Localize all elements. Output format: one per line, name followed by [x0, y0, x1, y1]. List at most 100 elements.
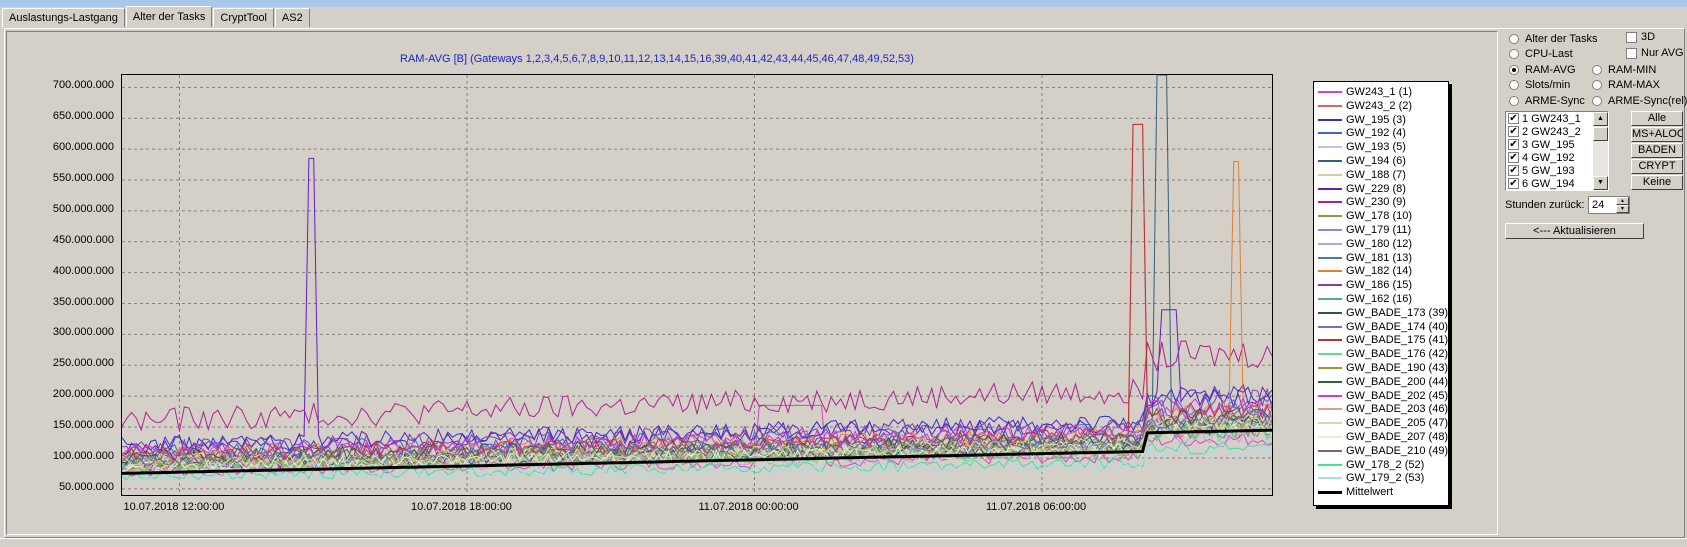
- radio-label: RAM-AVG: [1525, 64, 1576, 76]
- select-all-button[interactable]: Alle: [1631, 111, 1683, 126]
- refresh-button[interactable]: <--- Aktualisieren: [1505, 223, 1644, 239]
- legend-label: GW_186 (15): [1346, 279, 1413, 292]
- legend-swatch: [1318, 367, 1342, 369]
- ram-avg-line-chart: [121, 74, 1273, 496]
- y-tick-label: 700.000.000: [52, 79, 114, 92]
- radio-dot[interactable]: [1592, 96, 1602, 106]
- gateway-checkbox[interactable]: ✔: [1508, 152, 1519, 163]
- radio-dot[interactable]: [1509, 34, 1519, 44]
- spin-up-icon[interactable]: ▲: [1616, 197, 1629, 205]
- series-line-gw-182-14-: [122, 161, 1272, 462]
- y-tick-label: 550.000.000: [52, 172, 114, 184]
- legend-label: GW_BADE_210 (49): [1346, 444, 1449, 457]
- legend-swatch: [1318, 436, 1342, 438]
- gateway-listbox[interactable]: ✔ 1 GW243_1 ✔ 2 GW243_2 ✔ 3 GW_195 ✔ 4 GW_192 ✔ 5…: [1505, 111, 1609, 191]
- legend-swatch: [1318, 284, 1342, 287]
- tab-auslastungs-lastgang[interactable]: Auslastungs-Lastgang: [2, 8, 125, 27]
- tab-as2[interactable]: AS2: [274, 8, 310, 27]
- legend-swatch: [1318, 118, 1342, 121]
- radio-dot[interactable]: [1509, 49, 1519, 59]
- tab-alter-der-tasks[interactable]: Alter der Tasks: [125, 6, 213, 27]
- y-tick-label: 100.000.000: [52, 449, 114, 462]
- legend-item: GW_162 (16): [1318, 292, 1412, 306]
- select-ms-aloc-button[interactable]: MS+ALOC: [1631, 127, 1683, 142]
- spin-down-icon[interactable]: ▼: [1616, 205, 1629, 213]
- gateway-checkbox[interactable]: ✔: [1508, 113, 1519, 124]
- legend-item: GW_BADE_174 (40): [1318, 320, 1448, 334]
- legend-label: GW_180 (12): [1346, 237, 1413, 250]
- select-none-button[interactable]: Keine: [1631, 175, 1683, 190]
- radio-ram-max[interactable]: RAM-MAX: [1592, 79, 1660, 91]
- legend-item: GW_179 (11): [1318, 223, 1411, 237]
- legend-label: GW243_1 (1): [1346, 86, 1413, 98]
- legend-item: GW_BADE_190 (43): [1318, 361, 1448, 375]
- legend-label: GW_BADE_176 (42): [1346, 348, 1449, 361]
- series-line-gw243-2-2-: [122, 123, 1272, 474]
- legend-item: GW_178_2 (52): [1318, 458, 1424, 472]
- gateway-checkbox[interactable]: ✔: [1508, 178, 1519, 189]
- legend-item: GW_BADE_173 (39): [1318, 306, 1448, 320]
- legend-swatch: [1318, 339, 1342, 342]
- legend-item: GW_180 (12): [1318, 237, 1412, 251]
- gateway-label: 1 GW243_1: [1522, 112, 1581, 125]
- legend-swatch: [1318, 146, 1342, 149]
- scroll-down-icon[interactable]: ▼: [1593, 176, 1608, 190]
- legend-label: GW_192 (4): [1346, 127, 1406, 140]
- y-tick-label: 50.000.000: [58, 480, 114, 493]
- radio-dot[interactable]: [1509, 65, 1519, 75]
- radio-dot[interactable]: [1592, 65, 1602, 75]
- legend-item: GW_BADE_202 (45): [1318, 389, 1448, 403]
- radio-cpu-last[interactable]: CPU-Last: [1509, 48, 1573, 60]
- select-crypt-button[interactable]: CRYPT: [1631, 159, 1683, 174]
- radio-ram-avg[interactable]: RAM-AVG: [1509, 64, 1576, 76]
- legend-swatch: [1318, 298, 1342, 300]
- legend-swatch: [1318, 187, 1342, 190]
- radio-label: RAM-MAX: [1608, 79, 1660, 91]
- legend-item: GW_230 (9): [1318, 195, 1406, 209]
- radio-ram-min[interactable]: RAM-MIN: [1592, 64, 1656, 76]
- legend-swatch: [1318, 104, 1342, 107]
- radio-dot[interactable]: [1592, 80, 1602, 90]
- legend-label: GW_179_2 (53): [1346, 472, 1425, 485]
- y-tick-label: 250.000.000: [52, 357, 114, 370]
- gateway-label: 5 GW_193: [1522, 164, 1575, 177]
- radio-label: RAM-MIN: [1608, 64, 1657, 76]
- gateway-checkbox[interactable]: ✔: [1508, 126, 1519, 137]
- legend-swatch: [1318, 490, 1342, 494]
- radio-slots-min[interactable]: Slots/min: [1509, 79, 1570, 91]
- checkbox-box[interactable]: [1626, 31, 1637, 43]
- radio-arme-sync[interactable]: ARME-Sync: [1509, 95, 1585, 107]
- scroll-up-icon[interactable]: ▲: [1593, 112, 1608, 126]
- checkbox-box[interactable]: [1626, 47, 1637, 59]
- x-tick-label: 11.07.2018 00:00:00: [698, 501, 799, 513]
- radio-arme-sync-rel-[interactable]: ARME-Sync(rel): [1592, 95, 1687, 107]
- select-baden-button[interactable]: BADEN: [1631, 143, 1683, 158]
- legend-label: GW_179 (11): [1346, 224, 1412, 236]
- legend-label: GW_BADE_174 (40): [1346, 320, 1449, 333]
- scroll-thumb[interactable]: [1593, 127, 1608, 141]
- legend-label: GW_BADE_203 (46): [1346, 403, 1449, 416]
- legend-swatch: [1318, 394, 1342, 397]
- radio-alter-der-tasks[interactable]: Alter der Tasks: [1509, 33, 1598, 45]
- tab-strip: Auslastungs-Lastgang Alter der Tasks Crypt…: [2, 6, 311, 28]
- tab-crypttool[interactable]: CryptTool: [213, 8, 274, 27]
- radio-dot[interactable]: [1509, 96, 1519, 106]
- legend-label: GW_BADE_200 (44): [1346, 375, 1449, 388]
- y-tick-label: 450.000.000: [52, 233, 114, 246]
- gateway-checkbox[interactable]: ✔: [1508, 165, 1519, 176]
- radio-dot[interactable]: [1509, 80, 1519, 90]
- gateway-list-scrollbar[interactable]: ▲ ▼: [1593, 112, 1608, 190]
- gateway-checkbox[interactable]: ✔: [1508, 139, 1519, 150]
- legend-label: GW_BADE_205 (47): [1346, 417, 1449, 430]
- legend-item: GW_179_2 (53): [1318, 471, 1424, 485]
- legend-label: GW_BADE_207 (48): [1346, 431, 1449, 443]
- checkbox-3d[interactable]: 3D: [1626, 31, 1655, 43]
- hours-back-spinner[interactable]: 24 ▲ ▼: [1588, 196, 1630, 214]
- gateway-label: 4 GW_192: [1522, 151, 1575, 164]
- legend-item: GW_BADE_200 (44): [1318, 375, 1448, 389]
- checkbox-nur-avg[interactable]: Nur AVG: [1626, 47, 1684, 59]
- legend-item: GW_186 (15): [1318, 278, 1412, 292]
- gateway-label: 6 GW_194: [1522, 177, 1575, 190]
- legend-label: GW_178_2 (52): [1346, 458, 1425, 471]
- legend-item: GW_195 (3): [1318, 113, 1406, 127]
